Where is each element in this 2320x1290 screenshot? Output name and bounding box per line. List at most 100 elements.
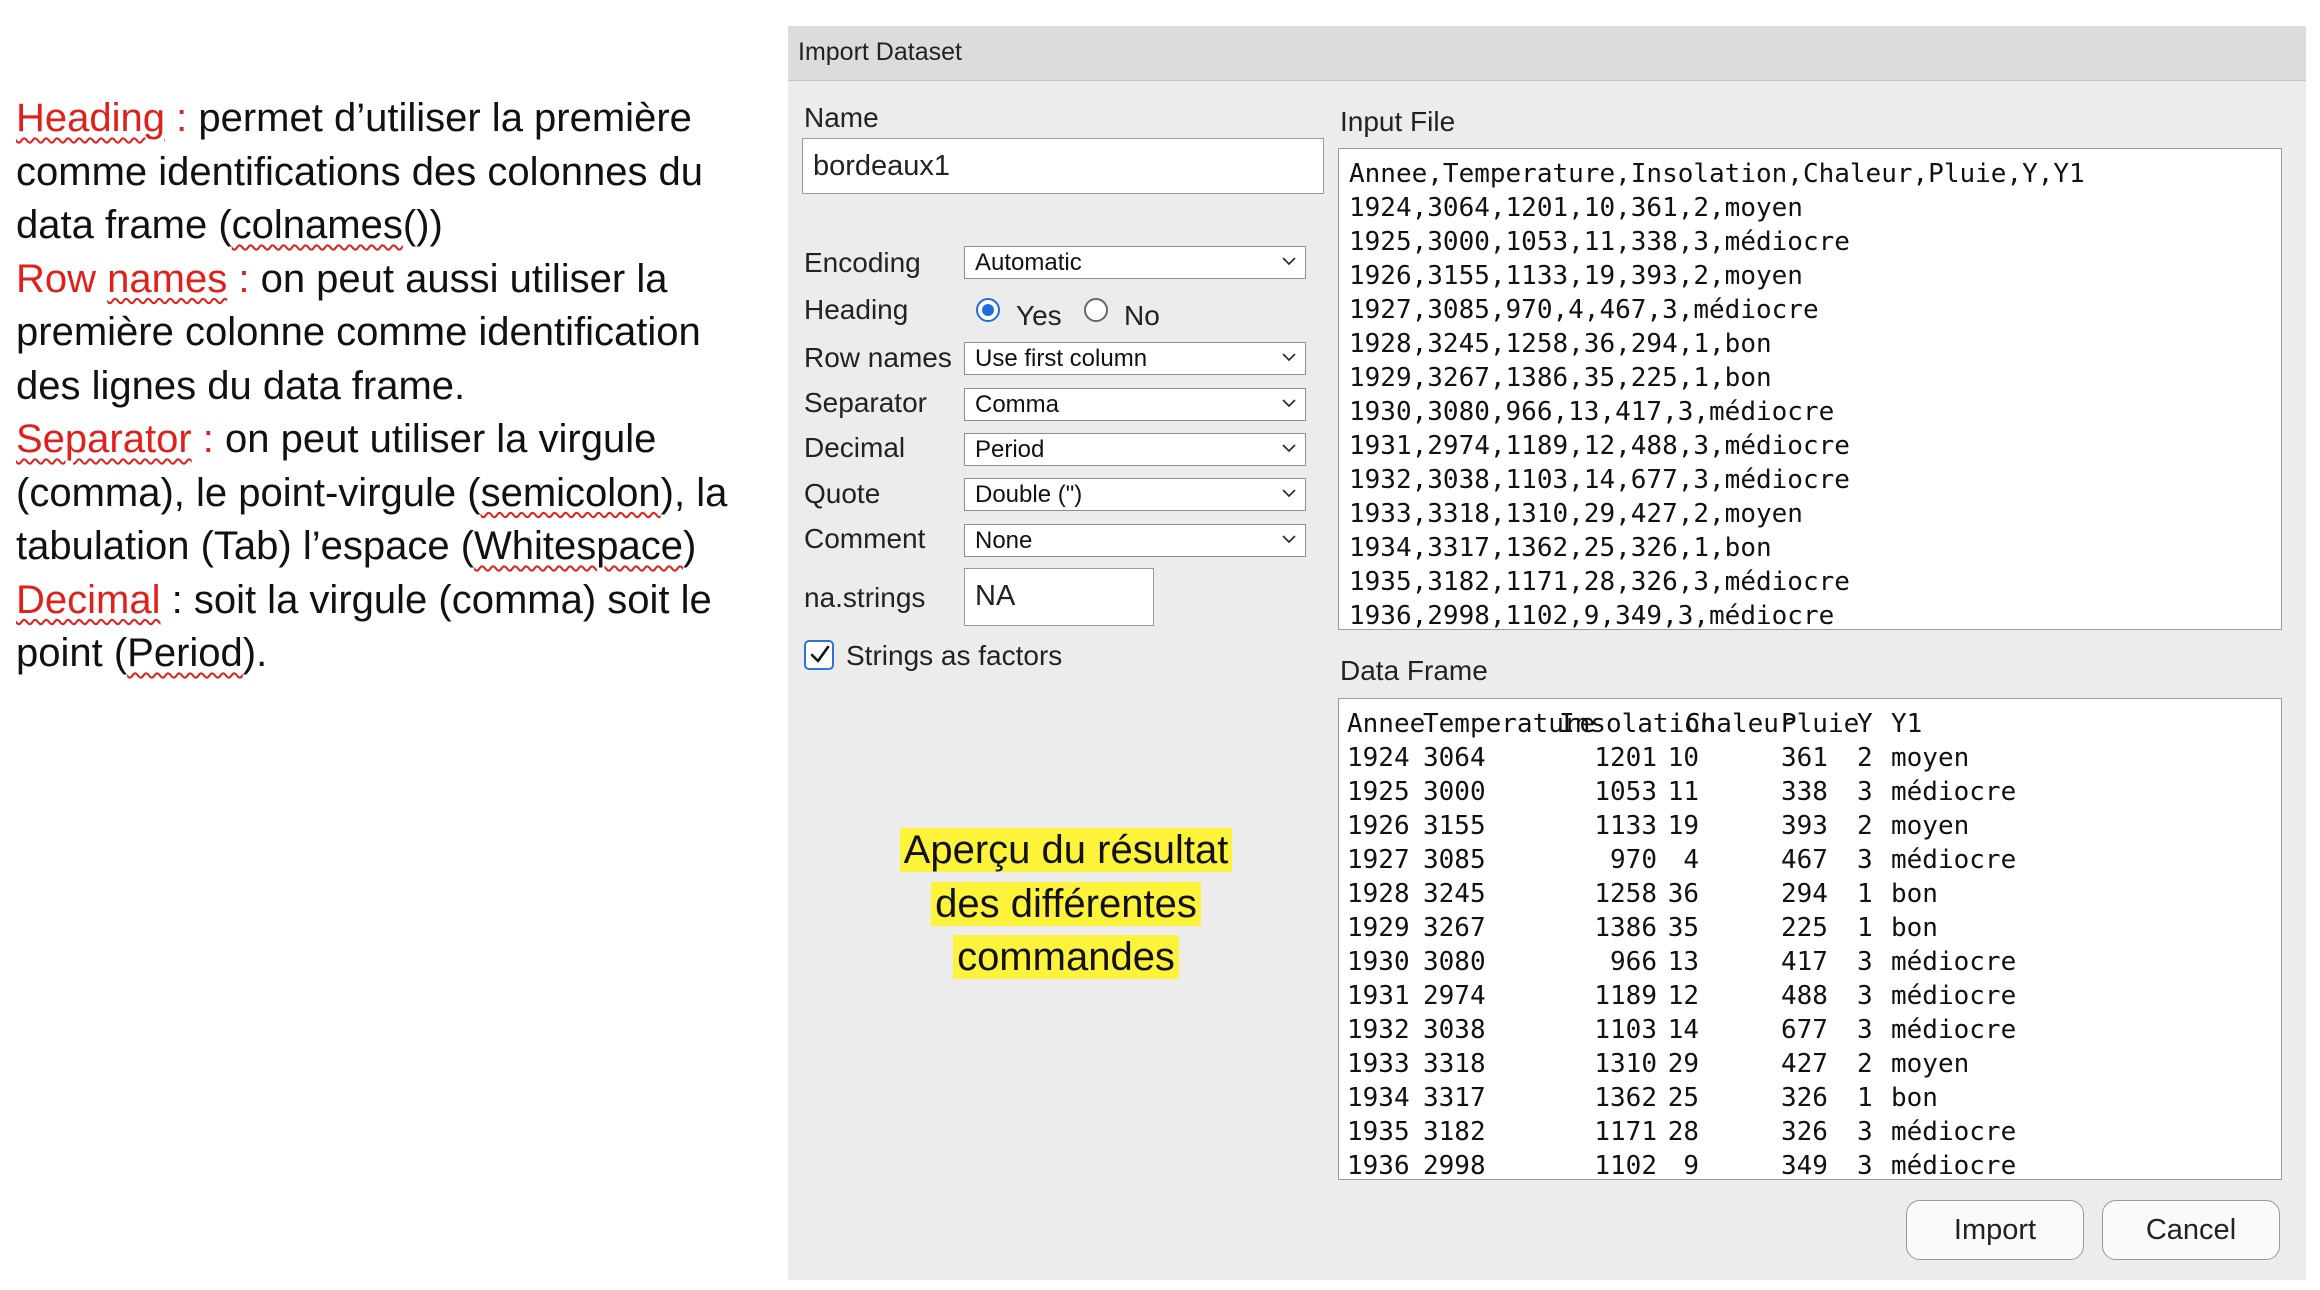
decimal-value: Period (975, 436, 1045, 463)
annotation-text: Heading : permet d’utiliser la première … (16, 92, 776, 681)
note-row-names: Row names : on peut aussi utiliser la pr… (16, 253, 776, 414)
df-cell-annee: 1933 (1347, 1049, 1410, 1079)
df-cell-temperature: 3085 (1423, 845, 1486, 875)
name-input[interactable]: bordeaux1 (802, 138, 1324, 194)
df-cell-y1: médiocre (1891, 1015, 2017, 1045)
df-cell-chaleur: 14 (1667, 1015, 1699, 1045)
df-cell-chaleur: 9 (1683, 1151, 1699, 1180)
highlight-line-1: Aperçu du résultat (899, 828, 1233, 872)
heading-no-radio[interactable] (1084, 298, 1108, 322)
df-row: 1935 3182 1171 28 326 3 médiocre (1339, 1115, 2281, 1149)
df-cell-temperature: 3155 (1423, 811, 1486, 841)
encoding-label: Encoding (804, 247, 921, 278)
quote-select[interactable]: Double (") (964, 478, 1306, 511)
df-cell-annee: 1930 (1347, 947, 1410, 977)
df-row: 1931 2974 1189 12 488 3 médiocre (1339, 979, 2281, 1013)
heading-yes-label: Yes (1016, 300, 1062, 331)
input-file-line: 1933,3318,1310,29,427,2,moyen (1349, 499, 1803, 529)
df-cell-pluie: 393 (1781, 811, 1828, 841)
df-cell-temperature: 2974 (1423, 981, 1486, 1011)
strings-as-factors-checkbox[interactable] (804, 640, 834, 670)
df-cell-insolation: 1133 (1594, 811, 1657, 841)
df-cell-temperature: 3245 (1423, 879, 1486, 909)
df-row: 1925 3000 1053 11 338 3 médiocre (1339, 775, 2281, 809)
quote-value: Double (") (975, 481, 1083, 508)
df-cell-y1: bon (1891, 879, 1938, 909)
df-cell-chaleur: 10 (1667, 743, 1699, 773)
input-file-line: 1930,3080,966,13,417,3,médiocre (1349, 397, 1835, 427)
df-cell-chaleur: 13 (1667, 947, 1699, 977)
df-cell-insolation: 1310 (1594, 1049, 1657, 1079)
input-file-line: 1934,3317,1362,25,326,1,bon (1349, 533, 1772, 563)
df-cell-annee: 1929 (1347, 913, 1410, 943)
df-cell-chaleur: 35 (1667, 913, 1699, 943)
df-cell-y1: moyen (1891, 1049, 1970, 1079)
df-cell-y: 3 (1857, 981, 1873, 1011)
df-cell-y: 1 (1857, 913, 1873, 943)
decimal-select[interactable]: Period (964, 433, 1306, 466)
note-heading-label: Heading (16, 96, 166, 140)
separator-select[interactable]: Comma (964, 388, 1306, 421)
input-file-preview[interactable]: Annee,Temperature,Insolation,Chaleur,Plu… (1338, 148, 2282, 630)
df-cell-y1: moyen (1891, 811, 1970, 841)
df-cell-temperature: 3318 (1423, 1049, 1486, 1079)
df-cell-y: 3 (1857, 1015, 1873, 1045)
comment-value: None (975, 527, 1033, 554)
df-cell-chaleur: 12 (1667, 981, 1699, 1011)
df-cell-annee: 1936 (1347, 1151, 1410, 1180)
dialog-titlebar[interactable]: Import Dataset (788, 26, 2306, 81)
comment-label: Comment (804, 523, 926, 554)
input-file-line: 1936,2998,1102,9,349,3,médiocre (1349, 601, 1835, 630)
df-cell-pluie: 677 (1781, 1015, 1828, 1045)
df-cell-annee: 1924 (1347, 743, 1410, 773)
cancel-button[interactable]: Cancel (2102, 1200, 2280, 1260)
note-heading: Heading : permet d’utiliser la première … (16, 92, 776, 253)
df-cell-annee: 1928 (1347, 879, 1410, 909)
df-cell-temperature: 3000 (1423, 777, 1486, 807)
input-file-line: 1929,3267,1386,35,225,1,bon (1349, 363, 1772, 393)
note-row-names-label-1: Row (16, 256, 97, 301)
decimal-label: Decimal (804, 432, 906, 463)
df-cell-insolation: 1053 (1594, 777, 1657, 807)
df-cell-pluie: 417 (1781, 947, 1828, 977)
note-decimal: Decimal : soit la virgule (comma) soit l… (16, 574, 776, 681)
comment-select[interactable]: None (964, 524, 1306, 557)
df-cell-annee: 1935 (1347, 1117, 1410, 1147)
heading-yes-radio[interactable] (976, 298, 1000, 322)
chevron-down-icon (1282, 535, 1296, 544)
df-cell-y: 1 (1857, 879, 1873, 909)
highlight-line-3: commandes (953, 935, 1179, 979)
chevron-down-icon (1282, 399, 1296, 408)
df-cell-y1: bon (1891, 1083, 1938, 1113)
df-cell-y1: médiocre (1891, 981, 2017, 1011)
df-row: 1929 3267 1386 35 225 1 bon (1339, 911, 2281, 945)
df-row: 1924 3064 1201 10 361 2 moyen (1339, 741, 2281, 775)
df-cell-temperature: 3317 (1423, 1083, 1486, 1113)
df-cell-y: 1 (1857, 1083, 1873, 1113)
na-strings-input[interactable]: NA (964, 568, 1154, 626)
df-row: 1930 3080 966 13 417 3 médiocre (1339, 945, 2281, 979)
df-cell-annee: 1934 (1347, 1083, 1410, 1113)
input-file-line: 1932,3038,1103,14,677,3,médiocre (1349, 465, 1850, 495)
chevron-down-icon (1282, 353, 1296, 362)
df-cell-insolation: 1201 (1594, 743, 1657, 773)
df-cell-temperature: 3064 (1423, 743, 1486, 773)
input-file-lines: Annee,Temperature,Insolation,Chaleur,Plu… (1349, 157, 2085, 630)
note-heading-colon: : (165, 96, 188, 140)
row-names-select[interactable]: Use first column (964, 342, 1306, 375)
df-cell-y1: médiocre (1891, 777, 2017, 807)
df-cell-insolation: 966 (1610, 947, 1657, 977)
encoding-select[interactable]: Automatic (964, 246, 1306, 279)
df-cell-pluie: 225 (1781, 913, 1828, 943)
df-cell-y1: médiocre (1891, 1151, 2017, 1180)
df-cell-pluie: 361 (1781, 743, 1828, 773)
input-file-line: 1927,3085,970,4,467,3,médiocre (1349, 295, 1819, 325)
df-row: 1932 3038 1103 14 677 3 médiocre (1339, 1013, 2281, 1047)
df-cell-temperature: 2998 (1423, 1151, 1486, 1180)
data-frame-preview[interactable]: Annee Temperature Insolation Chaleur Pluie Y Y… (1338, 698, 2282, 1180)
input-file-line: 1926,3155,1133,19,393,2,moyen (1349, 261, 1803, 291)
input-file-line: Annee,Temperature,Insolation,Chaleur,Plu… (1349, 159, 2085, 189)
note-row-names-colon: : (227, 256, 250, 301)
df-cell-temperature: 3080 (1423, 947, 1486, 977)
import-button[interactable]: Import (1906, 1200, 2084, 1260)
